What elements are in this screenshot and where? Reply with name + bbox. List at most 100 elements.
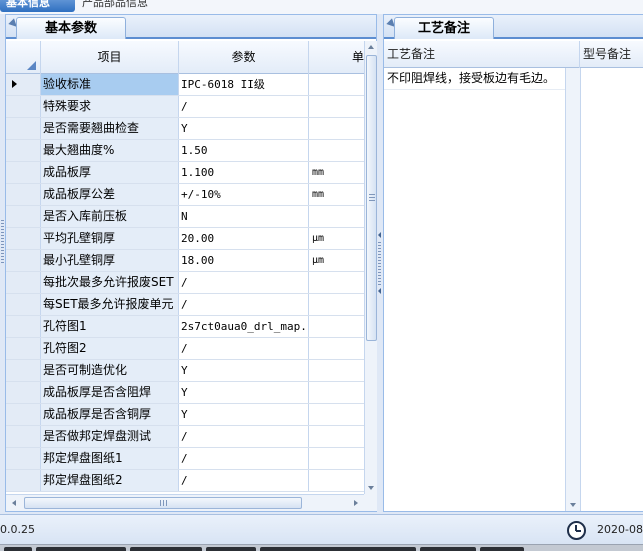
tab-process-remarks[interactable]: 工艺备注: [394, 17, 494, 39]
taskbar-button[interactable]: [130, 547, 202, 551]
param-cell[interactable]: 1.100: [179, 162, 309, 183]
row-indicator[interactable]: [6, 338, 41, 359]
item-cell[interactable]: 是否可制造优化: [41, 360, 179, 381]
table-row[interactable]: 最大翘曲度% 1.50: [6, 140, 364, 162]
table-row[interactable]: 每批次最多允许报废SET /: [6, 272, 364, 294]
process-remark-cell[interactable]: 不印阻焊线，接受板边有毛边。: [384, 68, 565, 89]
scroll-right-icon[interactable]: [354, 500, 358, 506]
item-cell[interactable]: 是否需要翘曲检查: [41, 118, 179, 139]
row-indicator[interactable]: [6, 228, 41, 249]
unit-cell[interactable]: [309, 382, 364, 403]
row-indicator[interactable]: [6, 294, 41, 315]
item-cell[interactable]: 最大翘曲度%: [41, 140, 179, 161]
item-cell[interactable]: 每批次最多允许报废SET: [41, 272, 179, 293]
table-row[interactable]: 验收标准 IPC-6018 II级: [6, 74, 364, 96]
tab-product-parts[interactable]: 产品部品信息: [76, 0, 154, 12]
table-row[interactable]: 成品板厚 1.100 mm: [6, 162, 364, 184]
table-row[interactable]: 邦定焊盘图纸1/: [6, 448, 364, 470]
item-cell[interactable]: 每SET最多允许报废单元: [41, 294, 179, 315]
row-indicator[interactable]: [6, 448, 41, 469]
param-cell[interactable]: Y: [179, 118, 309, 139]
table-row[interactable]: 成品板厚是否含阻焊 Y: [6, 382, 364, 404]
row-indicator[interactable]: [6, 382, 41, 403]
unit-cell[interactable]: μm: [309, 228, 364, 249]
taskbar-button[interactable]: [206, 547, 256, 551]
table-row[interactable]: 最小孔壁铜厚 18.00 μm: [6, 250, 364, 272]
unit-cell[interactable]: [309, 404, 364, 425]
param-cell[interactable]: IPC-6018 II级: [179, 74, 309, 95]
item-cell[interactable]: 成品板厚公差: [41, 184, 179, 205]
table-row[interactable]: 是否需要翘曲检查 Y: [6, 118, 364, 140]
unit-cell[interactable]: [309, 272, 364, 293]
table-row[interactable]: 成品板厚是否含铜厚 Y: [6, 404, 364, 426]
param-cell[interactable]: N: [179, 206, 309, 227]
table-row[interactable]: 孔符图2/: [6, 338, 364, 360]
unit-cell[interactable]: mm: [309, 162, 364, 183]
taskbar-button[interactable]: [480, 547, 524, 551]
table-row[interactable]: 是否入库前压板 N: [6, 206, 364, 228]
param-cell[interactable]: Y: [179, 360, 309, 381]
row-indicator[interactable]: [6, 316, 41, 337]
unit-cell[interactable]: [309, 74, 364, 95]
tab-basic-params[interactable]: 基本参数: [16, 17, 126, 39]
item-cell[interactable]: 邦定焊盘图纸1: [41, 448, 179, 469]
param-cell[interactable]: /: [179, 448, 309, 469]
row-indicator[interactable]: [6, 470, 41, 491]
item-cell[interactable]: 是否入库前压板: [41, 206, 179, 227]
item-cell[interactable]: 孔符图1: [41, 316, 179, 337]
item-cell[interactable]: 特殊要求: [41, 96, 179, 117]
collapse-left-icon[interactable]: [378, 288, 381, 294]
scroll-up-icon[interactable]: [368, 45, 374, 49]
param-cell[interactable]: 1.50: [179, 140, 309, 161]
row-indicator[interactable]: [6, 140, 41, 161]
table-row[interactable]: 是否做邦定焊盘测试 /: [6, 426, 364, 448]
column-header-item[interactable]: 项目: [41, 41, 179, 74]
taskbar-button[interactable]: [36, 547, 126, 551]
item-cell[interactable]: 验收标准: [41, 74, 179, 95]
remarks-vertical-scrollbar[interactable]: [565, 68, 580, 511]
horizontal-scrollbar[interactable]: [6, 494, 364, 511]
unit-cell[interactable]: [309, 338, 364, 359]
item-cell[interactable]: 最小孔壁铜厚: [41, 250, 179, 271]
scroll-thumb-horizontal[interactable]: [24, 497, 302, 509]
column-header-model-remark[interactable]: 型号备注: [580, 41, 643, 68]
scroll-down-icon[interactable]: [570, 503, 576, 507]
collapse-left-icon[interactable]: [378, 232, 381, 238]
model-remark-cell[interactable]: [580, 68, 643, 511]
unit-cell[interactable]: mm: [309, 184, 364, 205]
unit-cell[interactable]: [309, 96, 364, 117]
tab-basic-info[interactable]: 基本信息: [0, 0, 75, 12]
row-indicator[interactable]: [6, 250, 41, 271]
param-cell[interactable]: 2s7ct0aua0_drl_map...: [179, 316, 309, 337]
param-cell[interactable]: Y: [179, 404, 309, 425]
unit-cell[interactable]: [309, 316, 364, 337]
table-row[interactable]: 每SET最多允许报废单元 /: [6, 294, 364, 316]
select-all-corner[interactable]: [6, 41, 41, 74]
item-cell[interactable]: 成品板厚是否含铜厚: [41, 404, 179, 425]
table-row[interactable]: 成品板厚公差 +/-10% mm: [6, 184, 364, 206]
unit-cell[interactable]: [309, 118, 364, 139]
scroll-down-icon[interactable]: [368, 486, 374, 490]
table-row[interactable]: 平均孔壁铜厚 20.00 μm: [6, 228, 364, 250]
param-cell[interactable]: /: [179, 272, 309, 293]
item-cell[interactable]: 成品板厚: [41, 162, 179, 183]
item-cell[interactable]: 是否做邦定焊盘测试: [41, 426, 179, 447]
row-indicator[interactable]: [6, 206, 41, 227]
row-indicator[interactable]: [6, 360, 41, 381]
row-indicator[interactable]: [6, 404, 41, 425]
unit-cell[interactable]: [309, 470, 364, 491]
param-cell[interactable]: /: [179, 426, 309, 447]
scroll-thumb[interactable]: [366, 55, 377, 341]
row-indicator[interactable]: [6, 118, 41, 139]
column-header-process-remark[interactable]: 工艺备注: [384, 41, 580, 68]
row-indicator[interactable]: [6, 162, 41, 183]
param-cell[interactable]: Y: [179, 382, 309, 403]
row-indicator[interactable]: [6, 96, 41, 117]
item-cell[interactable]: 成品板厚是否含阻焊: [41, 382, 179, 403]
row-indicator[interactable]: [6, 74, 41, 95]
param-cell[interactable]: 18.00: [179, 250, 309, 271]
taskbar-button[interactable]: [4, 547, 32, 551]
param-cell[interactable]: /: [179, 470, 309, 491]
item-cell[interactable]: 平均孔壁铜厚: [41, 228, 179, 249]
column-header-unit[interactable]: 单: [309, 41, 364, 74]
